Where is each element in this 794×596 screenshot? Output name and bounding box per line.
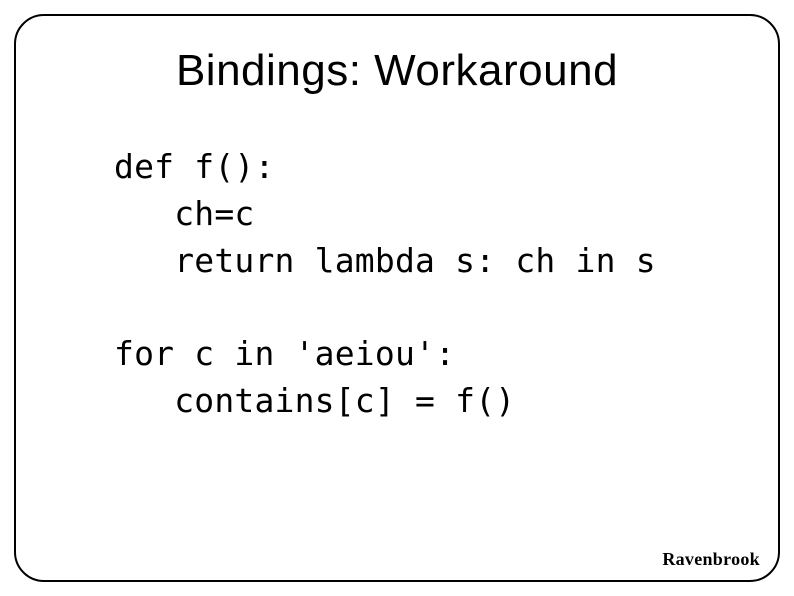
slide-frame: Bindings: Workaround def f(): ch=c retur… [14, 14, 780, 582]
code-block: def f(): ch=c return lambda s: ch in s f… [56, 144, 738, 425]
slide-title: Bindings: Workaround [56, 46, 738, 96]
footer-logo: Ravenbrook [662, 549, 760, 570]
